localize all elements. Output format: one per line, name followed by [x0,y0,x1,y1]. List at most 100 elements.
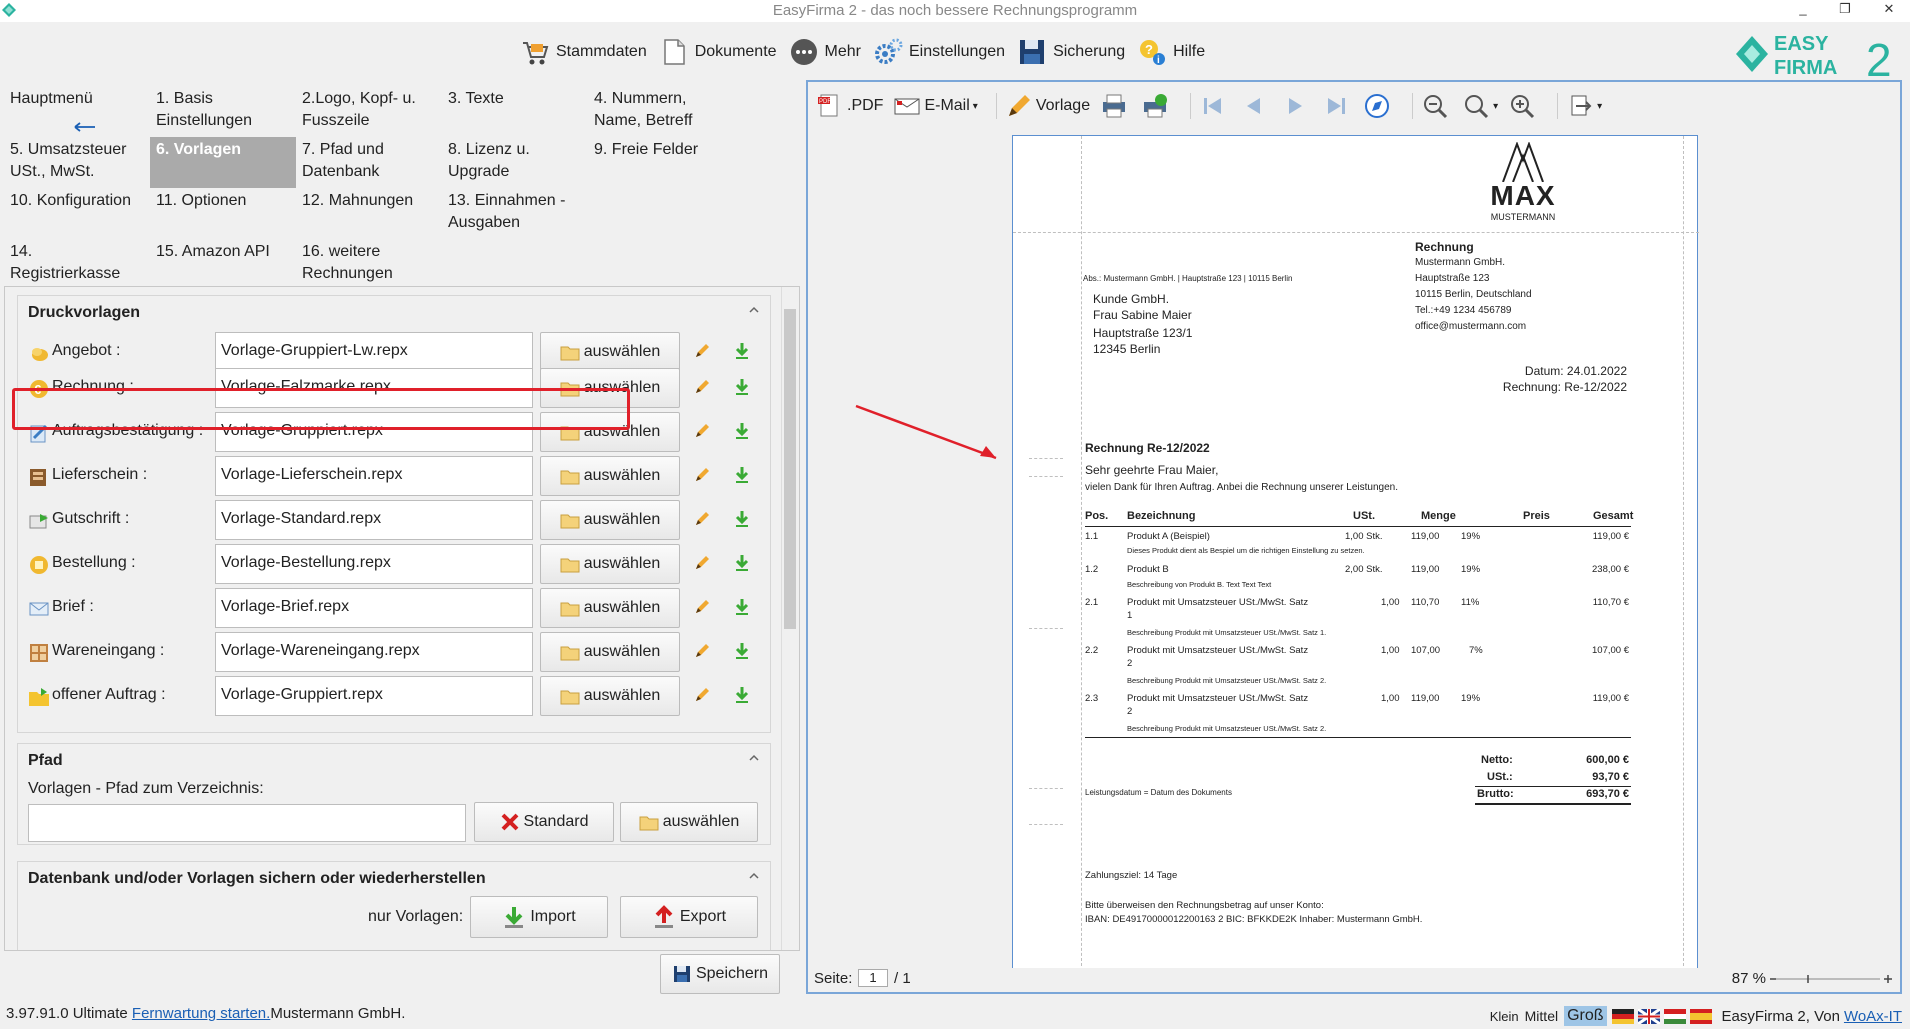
nav-freie-felder[interactable]: 9. Freie Felder [588,137,734,163]
template-path-field[interactable]: Vorlage-Wareneingang.repx [215,632,533,672]
nav-umsatzsteuer[interactable]: 5. Umsatzsteuer USt., MwSt. [4,137,150,185]
toolbar-hilfe[interactable]: ? i Hilfe [1137,37,1205,67]
flag-germany-icon[interactable] [1611,1008,1634,1024]
template-path-field[interactable]: Vorlage-Gruppiert.repx [215,676,533,716]
select-template-button[interactable]: auswählen [540,368,680,408]
navigate-button[interactable] [1363,92,1394,120]
select-template-button[interactable]: auswählen [540,332,680,372]
size-small-option[interactable]: Klein [1490,1009,1519,1024]
nav-vorlagen[interactable]: 6. Vorlagen [150,137,296,188]
back-arrow-icon[interactable] [74,122,96,132]
template-edit-button[interactable]: Vorlage [1005,92,1090,120]
print-button[interactable] [1100,92,1131,120]
nav-amazon-api[interactable]: 15. Amazon API [150,239,296,265]
select-template-button[interactable]: auswählen [540,588,680,628]
last-page-button[interactable] [1322,92,1353,120]
size-large-option[interactable]: Groß [1564,1006,1607,1026]
toolbar-sicherung[interactable]: Sicherung [1017,37,1125,67]
minimize-button[interactable]: _ [1788,0,1818,22]
nav-mahnungen[interactable]: 12. Mahnungen [296,188,442,214]
edit-pencil-icon[interactable] [693,378,711,396]
edit-pencil-icon[interactable] [693,686,711,704]
import-button[interactable]: Import [470,896,608,938]
export-button[interactable]: ▾ [1566,92,1602,120]
select-template-button[interactable]: auswählen [540,676,680,716]
select-template-button[interactable]: auswählen [540,412,680,452]
nav-weitere-rechnungen[interactable]: 16. weitere Rechnungen [296,239,442,287]
toolbar-mehr[interactable]: Mehr [789,37,861,67]
scrollbar-thumb[interactable] [784,309,796,629]
export-pdf-button[interactable]: PDF .PDF [816,92,883,120]
download-icon[interactable] [734,422,750,440]
size-medium-option[interactable]: Mittel [1525,1008,1558,1024]
select-template-button[interactable]: auswählen [540,632,680,672]
download-icon[interactable] [734,598,750,616]
nav-einnahmen-ausgaben[interactable]: 13. Einnahmen - Ausgaben [442,188,588,236]
select-template-button[interactable]: auswählen [540,544,680,584]
download-icon[interactable] [734,510,750,528]
template-path-field[interactable]: Vorlage-Gruppiert.repx [215,412,533,452]
panel-scrollbar[interactable] [781,287,799,950]
zoom-out-button[interactable] [1421,92,1452,120]
export-button[interactable]: Export [620,896,758,938]
zoom-button[interactable]: ▾ [1462,92,1498,120]
first-page-button[interactable] [1199,92,1230,120]
email-button[interactable]: E-Mail ▾ [893,92,978,120]
template-directory-input[interactable] [28,804,466,842]
flag-hungary-icon[interactable] [1663,1008,1686,1024]
edit-pencil-icon[interactable] [693,642,711,660]
restore-button[interactable]: ❐ [1830,0,1860,22]
zoom-slider[interactable] [1768,972,1894,986]
download-icon[interactable] [734,642,750,660]
toolbar-dokumente[interactable]: Dokumente [659,37,777,67]
edit-pencil-icon[interactable] [693,466,711,484]
select-template-button[interactable]: auswählen [540,500,680,540]
collapse-icon[interactable] [748,872,760,880]
download-icon[interactable] [734,686,750,704]
template-path-field[interactable]: Vorlage-Bestellung.repx [215,544,533,584]
template-path-field[interactable]: Vorlage-Gruppiert-Lw.repx [215,332,533,372]
nav-nummern[interactable]: 4. Nummern, Name, Betreff [588,86,734,134]
nav-hauptmenue[interactable]: Hauptmenü [4,86,150,112]
template-path-field[interactable]: Vorlage-Brief.repx [215,588,533,628]
edit-pencil-icon[interactable] [693,510,711,528]
next-page-button[interactable] [1281,92,1312,120]
nav-registrierkasse[interactable]: 14. Registrierkasse [4,239,150,287]
select-template-button[interactable]: auswählen [540,456,680,496]
save-button[interactable]: Speichern [660,954,780,994]
nav-logo-kopf-fusszeile[interactable]: 2.Logo, Kopf- u. Fusszeile [296,86,442,134]
download-icon[interactable] [734,378,750,396]
edit-pencil-icon[interactable] [693,342,711,360]
standard-button[interactable]: Standard [474,802,614,842]
nav-konfiguration[interactable]: 10. Konfiguration [4,188,150,214]
select-directory-button[interactable]: auswählen [620,802,758,842]
collapse-icon[interactable] [748,754,760,762]
zoom-in-button[interactable] [1508,92,1539,120]
collapse-icon[interactable] [748,306,760,314]
toolbar-stammdaten[interactable]: Stammdaten [520,37,647,67]
edit-pencil-icon[interactable] [693,598,711,616]
edit-pencil-icon[interactable] [693,554,711,572]
nav-optionen[interactable]: 11. Optionen [150,188,296,214]
nav-pfad-datenbank[interactable]: 7. Pfad und Datenbank [296,137,442,185]
template-path-field[interactable]: Vorlage-Lieferschein.repx [215,456,533,496]
download-icon[interactable] [734,342,750,360]
recipient-line: Hauptstraße 123/1 [1093,326,1193,340]
previous-page-button[interactable] [1240,92,1271,120]
download-icon[interactable] [734,554,750,572]
nav-texte[interactable]: 3. Texte [442,86,588,112]
download-icon[interactable] [734,466,750,484]
nav-lizenz-upgrade[interactable]: 8. Lizenz u. Upgrade [442,137,588,185]
nav-basis-einstellungen[interactable]: 1. Basis Einstellungen [150,86,296,134]
toolbar-einstellungen[interactable]: Einstellungen [873,37,1005,67]
flag-uk-icon[interactable] [1637,1008,1660,1024]
page-number-input[interactable]: 1 [858,969,888,987]
template-path-field[interactable]: Vorlage-Falzmarke.repx [215,368,533,408]
edit-pencil-icon[interactable] [693,422,711,440]
remote-support-link[interactable]: Fernwartung starten. [132,1005,270,1022]
template-path-field[interactable]: Vorlage-Standard.repx [215,500,533,540]
woax-link[interactable]: WoAx-IT [1844,1008,1902,1025]
flag-spain-icon[interactable] [1689,1008,1712,1024]
close-button[interactable]: ✕ [1874,0,1904,22]
quick-print-button[interactable] [1141,92,1172,120]
